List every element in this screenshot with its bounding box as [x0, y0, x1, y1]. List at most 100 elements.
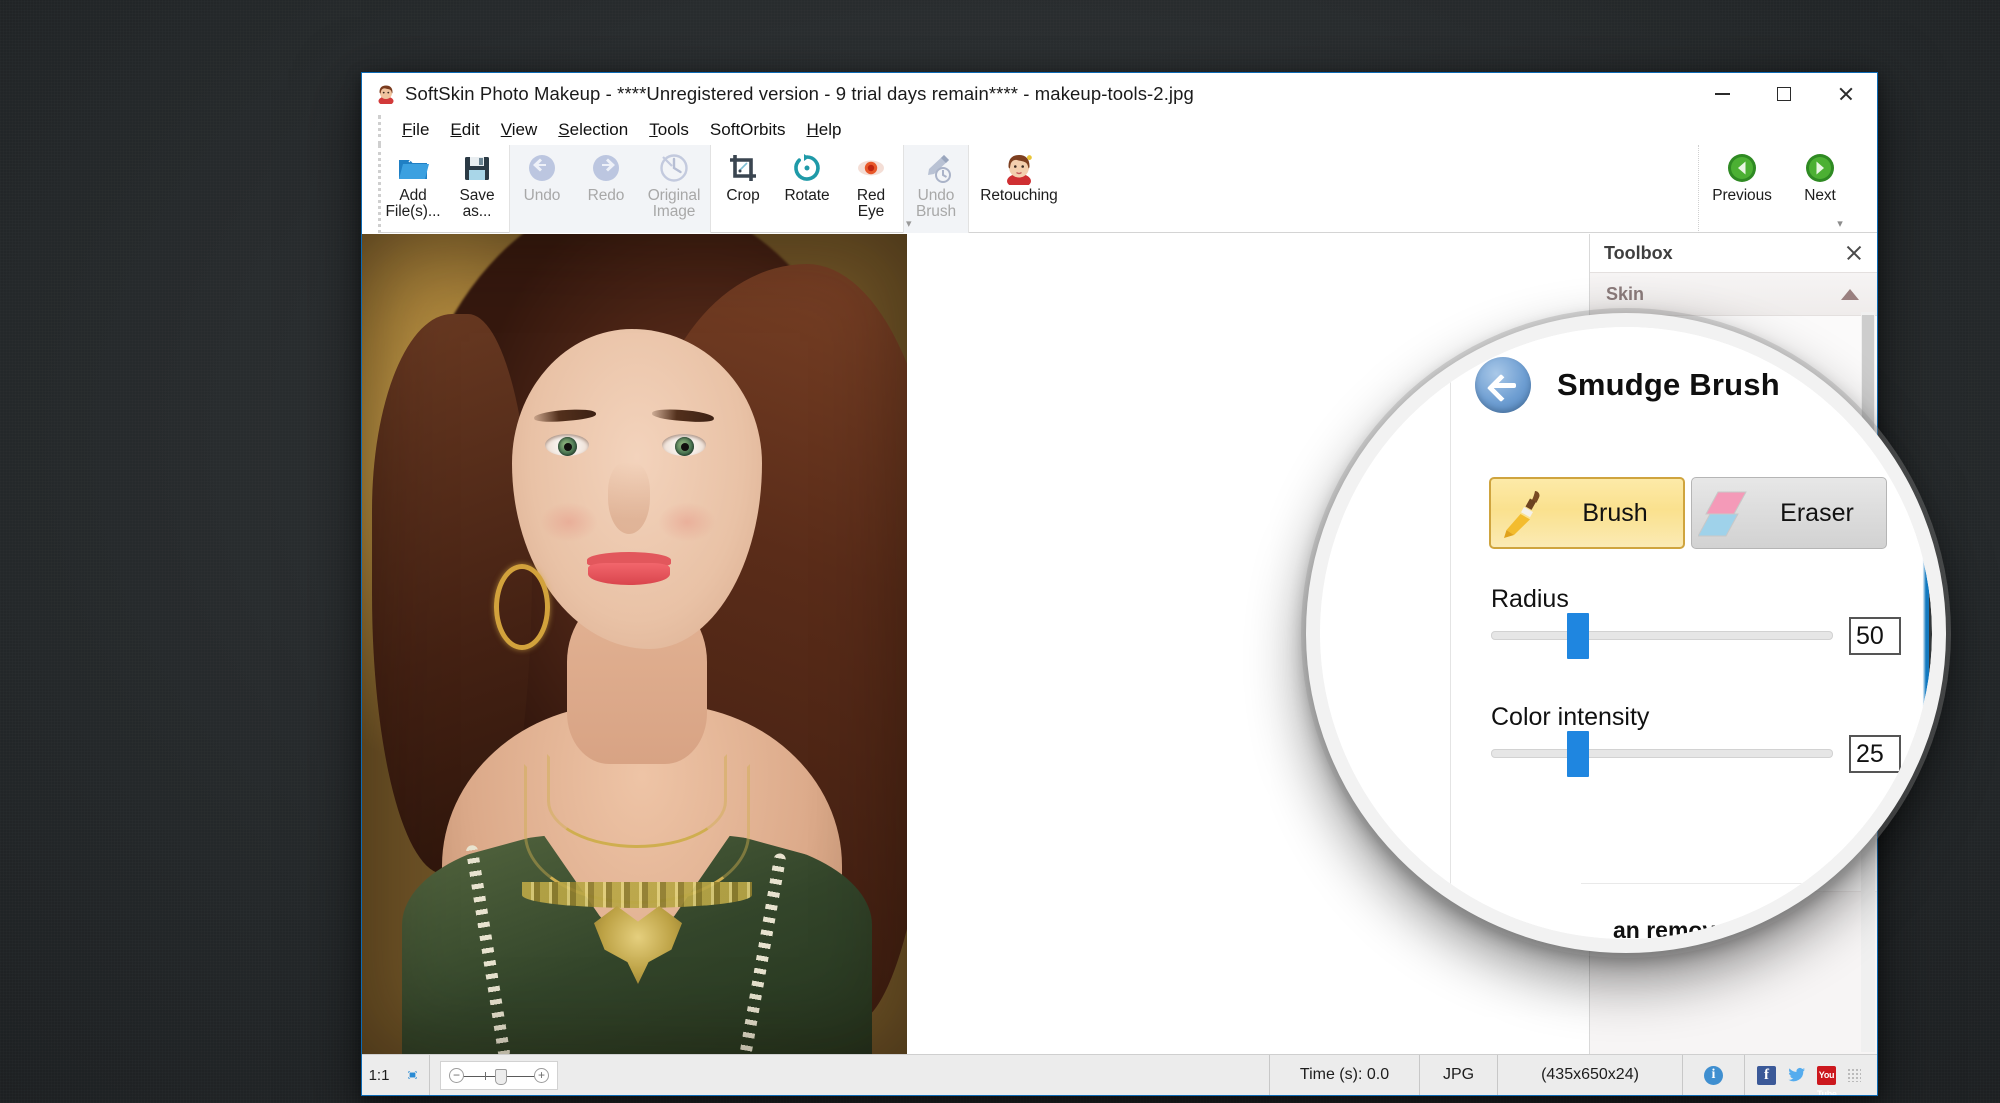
green-right-arrow-icon [1803, 151, 1837, 185]
menu-help[interactable]: Help [807, 120, 842, 140]
rotate-button[interactable]: Rotate [775, 145, 839, 229]
menu-selection[interactable]: Selection [558, 120, 628, 140]
toolbar-group-retouching: Retouching [969, 145, 1069, 233]
add-files-label: Add File(s)... [385, 187, 441, 220]
green-left-arrow-icon [1725, 151, 1759, 185]
zoom-slider[interactable]: − + [440, 1060, 558, 1090]
caret-up-icon[interactable] [1841, 288, 1859, 300]
processing-time-label: Time (s): 0.0 [1270, 1054, 1420, 1095]
toolbar-group-file: Add File(s)... Save as... [381, 145, 509, 233]
eraser-icon [1697, 484, 1756, 542]
undo-brush-icon [919, 151, 953, 185]
undo-brush-button[interactable]: Undo Brush [904, 145, 968, 229]
menu-tools[interactable]: Tools [649, 120, 689, 140]
toolbox-section-skin-title: Skin [1606, 283, 1645, 304]
radius-slider-thumb[interactable] [1567, 613, 1589, 659]
twitter-icon[interactable] [1787, 1066, 1806, 1085]
crop-button[interactable]: Crop [711, 145, 775, 229]
close-button[interactable] [1815, 73, 1877, 115]
back-button[interactable] [1475, 357, 1531, 413]
zoom-slider-thumb[interactable] [495, 1068, 507, 1085]
original-image-button[interactable]: Original Image [638, 145, 710, 229]
magnifier-lens: Smudge Brush Brush Eraser Radius 50 Colo… [1306, 313, 1946, 953]
back-arrow-icon [1488, 370, 1518, 400]
brush-mode-button[interactable]: Brush [1489, 477, 1685, 549]
red-eye-button[interactable]: Red Eye [839, 145, 903, 229]
radius-label: Radius [1491, 585, 1569, 613]
panel-title: Smudge Brush [1557, 367, 1780, 402]
menu-edit[interactable]: Edit [450, 120, 479, 140]
minus-icon[interactable]: − [449, 1067, 464, 1083]
toolbar-group-history: Undo Redo Original Image ▾ [509, 145, 912, 233]
youtube-icon[interactable]: You Tube [1817, 1065, 1837, 1095]
image-dimensions-label: (435x650x24) [1498, 1054, 1683, 1095]
photo-vignette [362, 234, 907, 1054]
original-image-label: Original Image [647, 187, 701, 220]
retouching-woman-icon [1002, 151, 1036, 188]
zoom-slider-tick [485, 1071, 486, 1080]
undo-brush-label: Undo Brush [916, 187, 956, 220]
retouching-label: Retouching [980, 187, 1058, 204]
maximize-icon [1777, 87, 1791, 101]
photo-canvas[interactable] [362, 234, 907, 1054]
panel-divider [1581, 883, 1932, 884]
info-button[interactable]: i [1683, 1054, 1745, 1095]
toolbox-header: Toolbox [1590, 234, 1877, 272]
undo-button[interactable]: Undo [510, 145, 574, 229]
window-title: SoftSkin Photo Makeup - ****Unregistered… [405, 83, 1194, 104]
toolbar-navigation-group: Previous Next ▾ [1698, 145, 1855, 233]
rotate-icon [790, 151, 824, 185]
crop-label: Crop [726, 187, 760, 204]
toolbar-group-undo-brush: Undo Brush [903, 145, 969, 233]
close-icon [1838, 86, 1854, 102]
save-as-label: Save as... [459, 187, 495, 220]
color-intensity-slider-thumb[interactable] [1567, 731, 1589, 777]
redo-label: Redo [587, 187, 625, 204]
color-intensity-value-input[interactable]: 25 [1849, 735, 1901, 773]
toolbox-title: Toolbox [1604, 242, 1673, 263]
app-icon [376, 84, 396, 106]
redo-button[interactable]: Redo [574, 145, 638, 229]
add-files-button[interactable]: Add File(s)... [381, 145, 445, 229]
redo-arrow-icon [589, 151, 623, 185]
toolbox-section-skin[interactable]: Skin [1590, 272, 1877, 316]
resize-grip[interactable] [1847, 1068, 1861, 1082]
retouching-button[interactable]: Retouching [969, 145, 1069, 229]
previous-label: Previous [1712, 187, 1772, 204]
eraser-mode-button[interactable]: Eraser [1691, 477, 1887, 549]
lens-partial-label-right: encil [1871, 897, 1915, 920]
minimize-button[interactable] [1691, 73, 1753, 115]
toolbar-group-edit: Crop Rotate Red Eye [711, 145, 903, 233]
previous-button[interactable]: Previous [1699, 145, 1785, 229]
undo-arrow-icon [525, 151, 559, 185]
red-eye-icon [854, 151, 888, 185]
fit-to-screen-icon[interactable] [396, 1054, 430, 1095]
radius-value-input[interactable]: 50 [1849, 617, 1901, 655]
maximize-button[interactable] [1753, 73, 1815, 115]
crop-icon [726, 151, 760, 185]
color-intensity-label: Color intensity [1491, 703, 1650, 731]
clock-history-icon [657, 151, 691, 185]
red-eye-label: Red Eye [856, 187, 886, 220]
status-bar: 1:1 − + Time (s): 0.0 JPG (435x650x24) i… [362, 1054, 1877, 1095]
minimize-icon [1714, 93, 1730, 95]
brush-mode-label: Brush [1582, 498, 1648, 527]
plus-icon[interactable]: + [534, 1067, 549, 1083]
social-icons: f You Tube [1745, 1055, 1877, 1095]
toolbar: Add File(s)... Save as... Undo Redo Orig… [378, 145, 1877, 233]
zoom-ratio-label: 1:1 [368, 1066, 390, 1084]
save-as-button[interactable]: Save as... [445, 145, 509, 229]
undo-label: Undo [523, 187, 561, 204]
file-format-label: JPG [1420, 1054, 1498, 1095]
chevron-down-icon[interactable]: ▾ [1833, 217, 1847, 231]
status-spacer [568, 1054, 1270, 1095]
color-intensity-slider-track[interactable] [1491, 749, 1833, 758]
menu-softorbits[interactable]: SoftOrbits [710, 120, 786, 140]
facebook-icon[interactable]: f [1757, 1065, 1776, 1085]
menu-bar: File Edit View Selection Tools SoftOrbit… [378, 115, 1877, 145]
menu-view[interactable]: View [501, 120, 538, 140]
toolbox-close-icon[interactable] [1845, 244, 1863, 262]
paint-brush-icon [1497, 484, 1555, 542]
radius-slider-track[interactable] [1491, 631, 1833, 640]
menu-file[interactable]: File [402, 120, 429, 140]
